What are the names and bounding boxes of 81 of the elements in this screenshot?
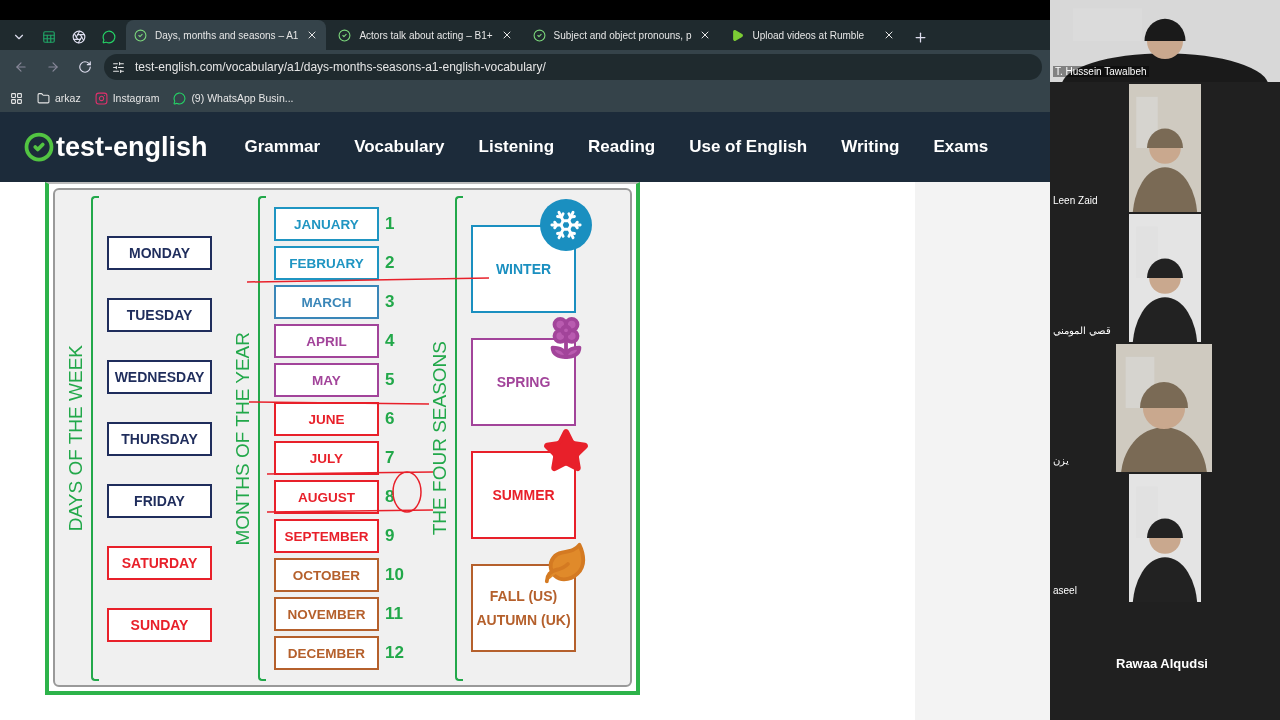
check-icon bbox=[338, 28, 352, 42]
month-label: NOVEMBER bbox=[274, 597, 379, 631]
nav-link[interactable]: Exams bbox=[916, 137, 1006, 157]
month-number: 10 bbox=[385, 565, 405, 585]
participant-name: aseel bbox=[1052, 585, 1078, 598]
month-label: OCTOBER bbox=[274, 558, 379, 592]
column-title: THE FOUR SEASONS bbox=[429, 341, 451, 536]
season-label: SUMMER bbox=[471, 451, 576, 539]
play-icon bbox=[731, 28, 745, 42]
column-title: MONTHS OF THE YEAR bbox=[232, 331, 254, 546]
participant-name: يزن bbox=[1052, 455, 1070, 469]
participant-name: T. Hussein Tawalbeh bbox=[1053, 66, 1149, 77]
nav-link[interactable]: Reading bbox=[571, 137, 673, 157]
month-label: JANUARY bbox=[274, 207, 379, 241]
forward-icon[interactable] bbox=[46, 60, 60, 74]
tab-title: Actors talk about acting – B1+ bbox=[359, 29, 493, 41]
chat-icon[interactable] bbox=[102, 30, 116, 44]
nav-link[interactable]: Writing bbox=[824, 137, 917, 157]
browser-tab[interactable]: Actors talk about acting – B1+ bbox=[330, 20, 521, 50]
day-label: FRIDAY bbox=[107, 483, 212, 518]
month-label: MARCH bbox=[274, 285, 379, 319]
folder-icon bbox=[37, 91, 50, 105]
check-icon bbox=[134, 28, 147, 42]
month-label: AUGUST bbox=[274, 480, 379, 514]
month-number: 12 bbox=[385, 643, 405, 663]
tab-title: Days, months and seasons – A1 bbox=[155, 29, 299, 41]
month-number: 4 bbox=[385, 331, 396, 351]
month-number: 7 bbox=[385, 448, 396, 468]
day-label: SUNDAY bbox=[107, 607, 212, 642]
browser-tab[interactable]: Days, months and seasons – A1 bbox=[126, 20, 327, 50]
bookmark[interactable]: (9) WhatsApp Busin... bbox=[173, 91, 294, 105]
month-label: SEPTEMBER bbox=[274, 519, 379, 553]
speaker-name: Rawaa Alqudsi bbox=[1116, 656, 1208, 671]
check-icon bbox=[532, 28, 546, 42]
nav-link[interactable]: Grammar bbox=[227, 137, 338, 157]
site-settings-icon[interactable] bbox=[112, 60, 125, 74]
month-label: APRIL bbox=[274, 324, 379, 358]
aperture-icon[interactable] bbox=[72, 30, 86, 44]
nav-link[interactable]: Listening bbox=[461, 137, 572, 157]
url-text: test-english.com/vocabulary/a1/days-months-seasons-a1-english-vocabulary/ bbox=[135, 60, 546, 74]
snowflake-icon bbox=[540, 199, 592, 251]
month-number: 8 bbox=[385, 487, 396, 507]
season-label: SPRING bbox=[471, 338, 576, 426]
day-label: MONDAY bbox=[107, 235, 212, 270]
tab-title: Upload videos at Rumble bbox=[752, 29, 866, 41]
season-label: FALL (US) AUTUMN (UK) bbox=[471, 564, 576, 652]
bookmark[interactable]: arkaz bbox=[37, 91, 81, 105]
month-label: FEBRUARY bbox=[274, 246, 379, 280]
apps-icon[interactable] bbox=[10, 91, 23, 105]
month-number: 3 bbox=[385, 292, 396, 312]
back-icon[interactable] bbox=[14, 60, 28, 74]
reload-icon[interactable] bbox=[78, 60, 92, 74]
day-label: WEDNESDAY bbox=[107, 359, 212, 394]
site-logo[interactable]: test-english bbox=[24, 131, 208, 163]
camera-icon bbox=[94, 91, 108, 105]
participant-name: قصي المومني bbox=[1052, 325, 1112, 339]
spreadsheet-icon[interactable] bbox=[42, 30, 56, 44]
column-title: DAYS OF THE WEEK bbox=[65, 345, 87, 532]
month-number: 1 bbox=[385, 214, 396, 234]
month-label: MAY bbox=[274, 363, 379, 397]
month-number: 11 bbox=[385, 604, 404, 624]
tab-title: Subject and object pronouns, p bbox=[553, 29, 692, 41]
month-label: JUNE bbox=[274, 402, 379, 436]
bookmark[interactable]: Instagram bbox=[94, 91, 160, 105]
browser-tab[interactable]: Upload videos at Rumble bbox=[723, 20, 904, 50]
nav-link[interactable]: Vocabulary bbox=[337, 137, 462, 157]
nav-link[interactable]: Use of English bbox=[672, 137, 825, 157]
chat-icon bbox=[173, 91, 187, 105]
month-number: 2 bbox=[385, 253, 396, 273]
participant-name: Leen Zaid bbox=[1052, 195, 1099, 208]
address-field[interactable]: test-english.com/vocabulary/a1/days-months-seasons-a1-english-vocabulary/ bbox=[104, 54, 1042, 80]
month-number: 5 bbox=[385, 370, 396, 390]
plus-icon[interactable] bbox=[912, 29, 928, 45]
month-label: DECEMBER bbox=[274, 636, 379, 670]
month-number: 6 bbox=[385, 409, 396, 429]
browser-tab[interactable]: Subject and object pronouns, p bbox=[524, 20, 720, 50]
day-label: SATURDAY bbox=[107, 545, 212, 580]
day-label: TUESDAY bbox=[107, 297, 212, 332]
day-label: THURSDAY bbox=[107, 421, 212, 456]
month-label: JULY bbox=[274, 441, 379, 475]
month-number: 9 bbox=[385, 526, 396, 546]
